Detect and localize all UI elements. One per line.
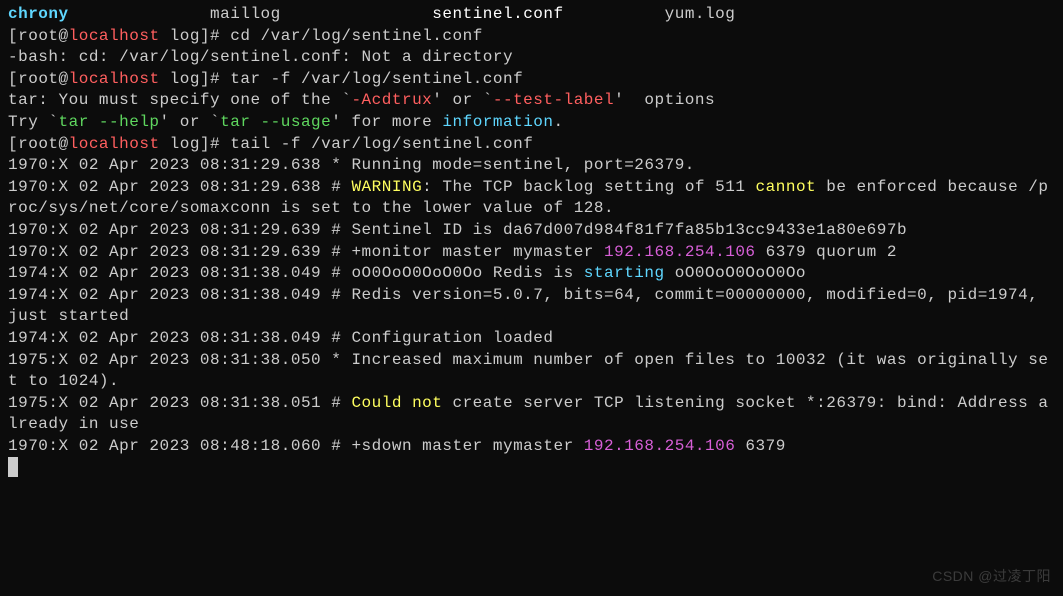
tar-error: tar: You must specify one of the `-Acdtr… (8, 90, 1055, 112)
ls-output-row: chrony maillog sentinel.conf yum.log (8, 4, 1055, 26)
tar-try: Try `tar --help' or `tar --usage' for mo… (8, 112, 1055, 134)
terminal-cursor[interactable] (8, 457, 18, 477)
ip-address: 192.168.254.106 (604, 243, 756, 261)
bash-error: -bash: cd: /var/log/sentinel.conf: Not a… (8, 47, 1055, 69)
command-cd: cd /var/log/sentinel.conf (230, 27, 483, 45)
log-line-6: 1974:X 02 Apr 2023 08:31:38.049 # Redis … (8, 285, 1055, 328)
log-line-8: 1975:X 02 Apr 2023 08:31:38.050 * Increa… (8, 350, 1055, 393)
could-not-error: Could not (351, 394, 442, 412)
prompt-line-1[interactable]: [root@localhost log]# cd /var/log/sentin… (8, 26, 1055, 48)
file-yumlog: yum.log (665, 5, 736, 23)
log-line-9: 1975:X 02 Apr 2023 08:31:38.051 # Could … (8, 393, 1055, 436)
log-line-4: 1970:X 02 Apr 2023 08:31:29.639 # +monit… (8, 242, 1055, 264)
file-maillog: maillog (210, 5, 281, 23)
prompt-line-2[interactable]: [root@localhost log]# tar -f /var/log/se… (8, 69, 1055, 91)
watermark: CSDN @过凌丁阳 (932, 567, 1051, 586)
prompt-line-3[interactable]: [root@localhost log]# tail -f /var/log/s… (8, 134, 1055, 156)
cursor-line[interactable] (8, 457, 1055, 480)
hostname: localhost (69, 27, 160, 45)
file-sentinel: sentinel.conf (432, 5, 563, 23)
command-tar: tar -f /var/log/sentinel.conf (230, 70, 523, 88)
log-line-5: 1974:X 02 Apr 2023 08:31:38.049 # oO0OoO… (8, 263, 1055, 285)
log-line-2: 1970:X 02 Apr 2023 08:31:29.638 # WARNIN… (8, 177, 1055, 220)
command-tail: tail -f /var/log/sentinel.conf (230, 135, 533, 153)
log-line-3: 1970:X 02 Apr 2023 08:31:29.639 # Sentin… (8, 220, 1055, 242)
log-line-10: 1970:X 02 Apr 2023 08:48:18.060 # +sdown… (8, 436, 1055, 458)
ip-address: 192.168.254.106 (584, 437, 736, 455)
log-line-7: 1974:X 02 Apr 2023 08:31:38.049 # Config… (8, 328, 1055, 350)
log-line-1: 1970:X 02 Apr 2023 08:31:29.638 * Runnin… (8, 155, 1055, 177)
warning-label: WARNING (351, 178, 422, 196)
file-chrony: chrony (8, 5, 69, 23)
